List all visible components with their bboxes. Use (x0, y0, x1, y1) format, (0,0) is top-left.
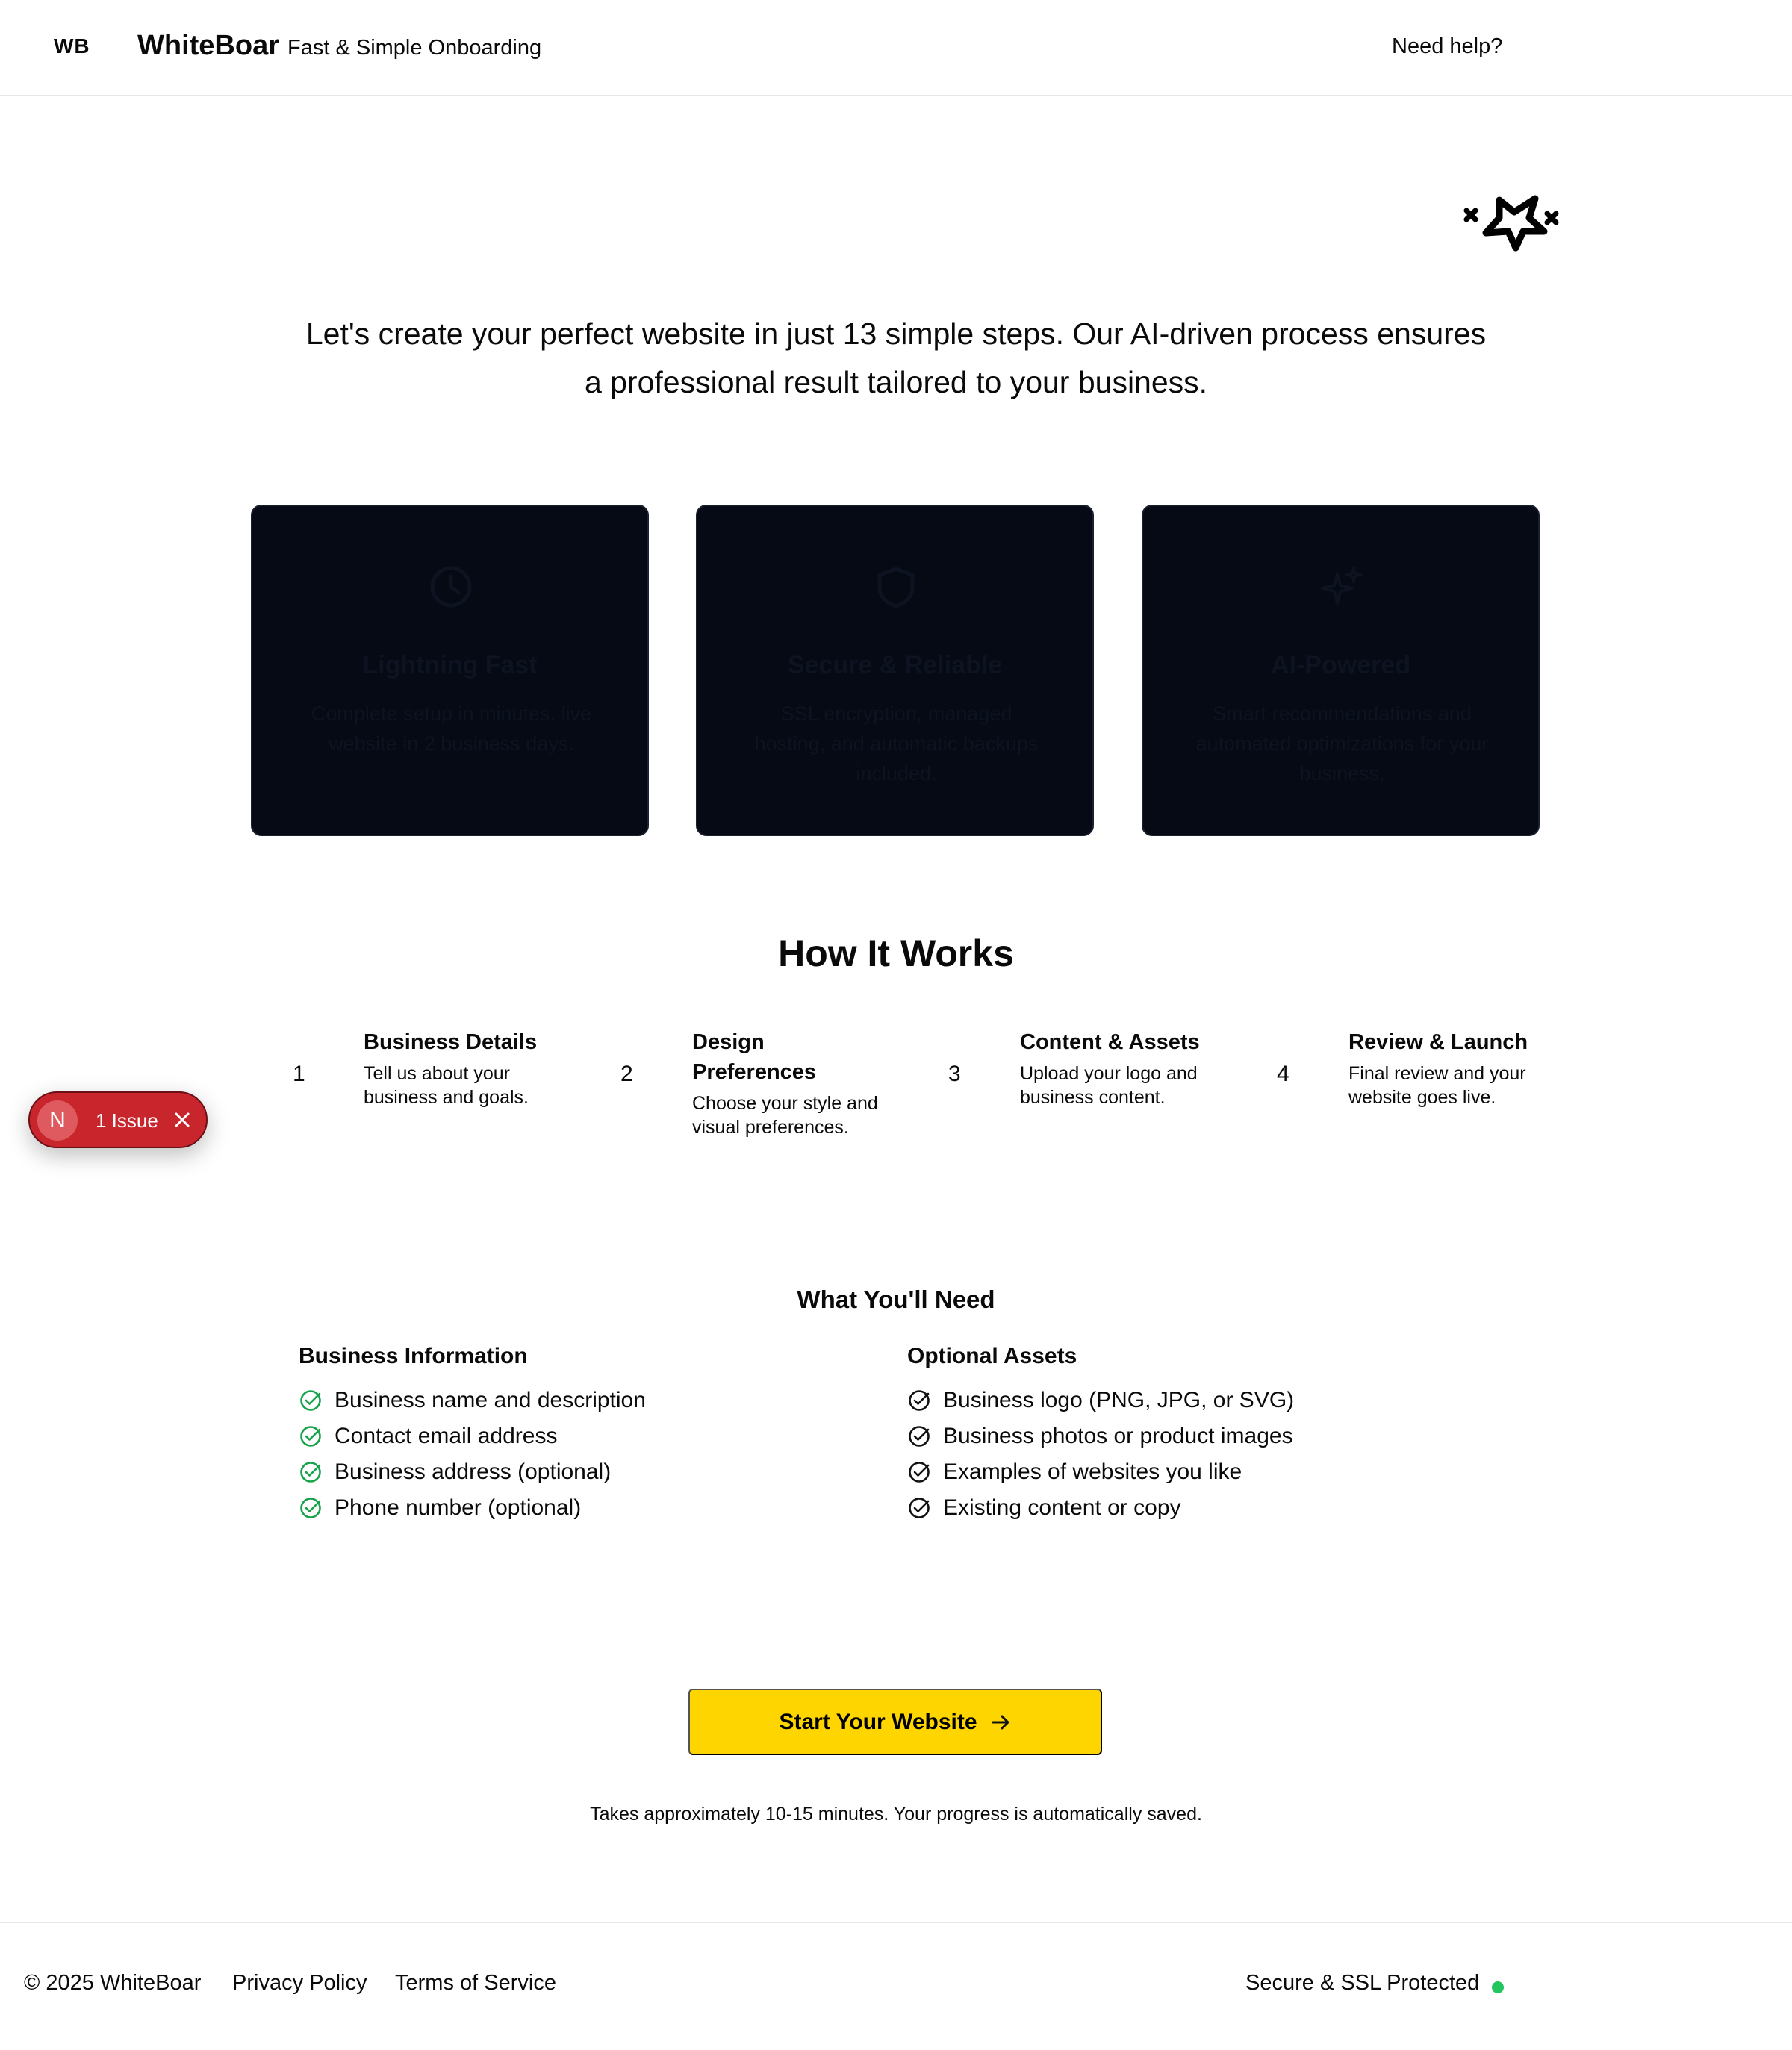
feature-card-speed: Lightning Fast Complete setup in minutes… (251, 505, 649, 836)
need-help-link[interactable]: Need help? (1392, 34, 1502, 59)
list-item-text: Existing content or copy (943, 1495, 1181, 1520)
check-circle-icon (300, 1426, 321, 1447)
next-logo-icon: N (37, 1100, 78, 1141)
shield-icon (877, 567, 915, 608)
step-number: 2 (620, 1062, 633, 1086)
clock-icon (430, 566, 472, 608)
intro-text: Let's create your perfect website in jus… (305, 317, 1487, 399)
logo-mark[interactable]: WB (54, 34, 90, 58)
list-item: Existing content or copy (907, 1490, 1294, 1526)
issue-badge[interactable]: N 1 Issue (28, 1091, 208, 1148)
list-item-text: Contact email address (335, 1424, 558, 1448)
list-item: Contact email address (299, 1418, 646, 1454)
site-header: WB WhiteBoar Fast & Simple Onboarding Ne… (0, 0, 1792, 96)
step-title: Business Details (364, 1030, 538, 1054)
list-item-text: Examples of websites you like (943, 1459, 1242, 1484)
start-website-label: Start Your Website (779, 1709, 977, 1734)
business-info-heading: Business Information (299, 1344, 528, 1368)
copyright: © 2025 WhiteBoar (24, 1971, 202, 1995)
status-dot (1492, 1981, 1504, 1993)
step-description: Final review and your website goes live. (1348, 1063, 1526, 1108)
start-website-button[interactable]: Start Your Website (688, 1689, 1102, 1755)
check-circle-icon (300, 1498, 321, 1518)
arrow-right-icon (992, 1715, 1009, 1729)
optional-assets-list: Business logo (PNG, JPG, or SVG) Busines… (907, 1383, 1294, 1526)
site-footer: © 2025 WhiteBoar Privacy Policy Terms of… (0, 1922, 1792, 2050)
close-icon[interactable] (169, 1106, 196, 1133)
list-item-text: Business address (optional) (335, 1459, 612, 1484)
feature-description: Smart recommendations and automated opti… (1195, 702, 1489, 785)
step-number: 3 (948, 1062, 961, 1086)
business-info-list: Business name and description Contact em… (299, 1383, 646, 1526)
list-item: Business address (optional) (299, 1454, 646, 1490)
step-number: 4 (1277, 1062, 1289, 1086)
step-title: Content & Assets (1020, 1030, 1200, 1054)
feature-title: Lightning Fast (362, 651, 538, 679)
how-it-works-title: How It Works (778, 932, 1014, 974)
list-item-text: Business name and description (335, 1388, 646, 1412)
feature-title: Secure & Reliable (787, 651, 1003, 679)
list-item: Examples of websites you like (907, 1454, 1294, 1490)
sparkle-star-icon (1463, 195, 1559, 252)
feature-description: Complete setup in minutes, live website … (311, 702, 592, 755)
step-title: Review & Launch (1348, 1030, 1528, 1054)
issue-count: 1 Issue (96, 1109, 158, 1132)
step-description: Upload your logo and business content. (1020, 1063, 1198, 1108)
brand-tagline: Fast & Simple Onboarding (287, 36, 542, 60)
list-item: Business name and description (299, 1383, 646, 1418)
list-item: Business photos or product images (907, 1418, 1294, 1454)
step-number: 1 (293, 1062, 305, 1086)
brand-name[interactable]: WhiteBoar (137, 30, 279, 62)
step-description: Tell us about your business and goals. (364, 1063, 529, 1108)
list-item: Business logo (PNG, JPG, or SVG) (907, 1383, 1294, 1418)
list-item: Phone number (optional) (299, 1490, 646, 1526)
feature-card-security: Secure & Reliable SSL encryption, manage… (696, 505, 1094, 836)
check-circle-icon (909, 1498, 930, 1518)
feature-title: AI-Powered (1270, 651, 1411, 679)
cta-note: Takes approximately 10-15 minutes. Your … (590, 1804, 1202, 1825)
list-item-text: Business logo (PNG, JPG, or SVG) (943, 1388, 1295, 1412)
check-circle-icon (909, 1390, 930, 1411)
feature-card-ai: AI-Powered Smart recommendations and aut… (1142, 505, 1540, 836)
list-item-text: Business photos or product images (943, 1424, 1293, 1448)
check-circle-icon (909, 1426, 930, 1447)
feature-description: SSL encryption, managed hosting, and aut… (754, 702, 1039, 785)
step-description: Choose your style and visual preferences… (692, 1093, 878, 1138)
check-circle-icon (300, 1390, 321, 1411)
list-item-text: Phone number (optional) (335, 1495, 582, 1520)
terms-of-service-link[interactable]: Terms of Service (395, 1971, 556, 1996)
check-circle-icon (909, 1462, 930, 1483)
secure-status: Secure & SSL Protected (1245, 1971, 1480, 1995)
check-circle-icon (300, 1462, 321, 1483)
step-title: Design Preferences (692, 1030, 817, 1084)
privacy-policy-link[interactable]: Privacy Policy (232, 1971, 367, 1996)
sparkles-icon (1321, 566, 1363, 605)
requirements-title: What You'll Need (797, 1286, 995, 1313)
optional-assets-heading: Optional Assets (907, 1344, 1077, 1368)
